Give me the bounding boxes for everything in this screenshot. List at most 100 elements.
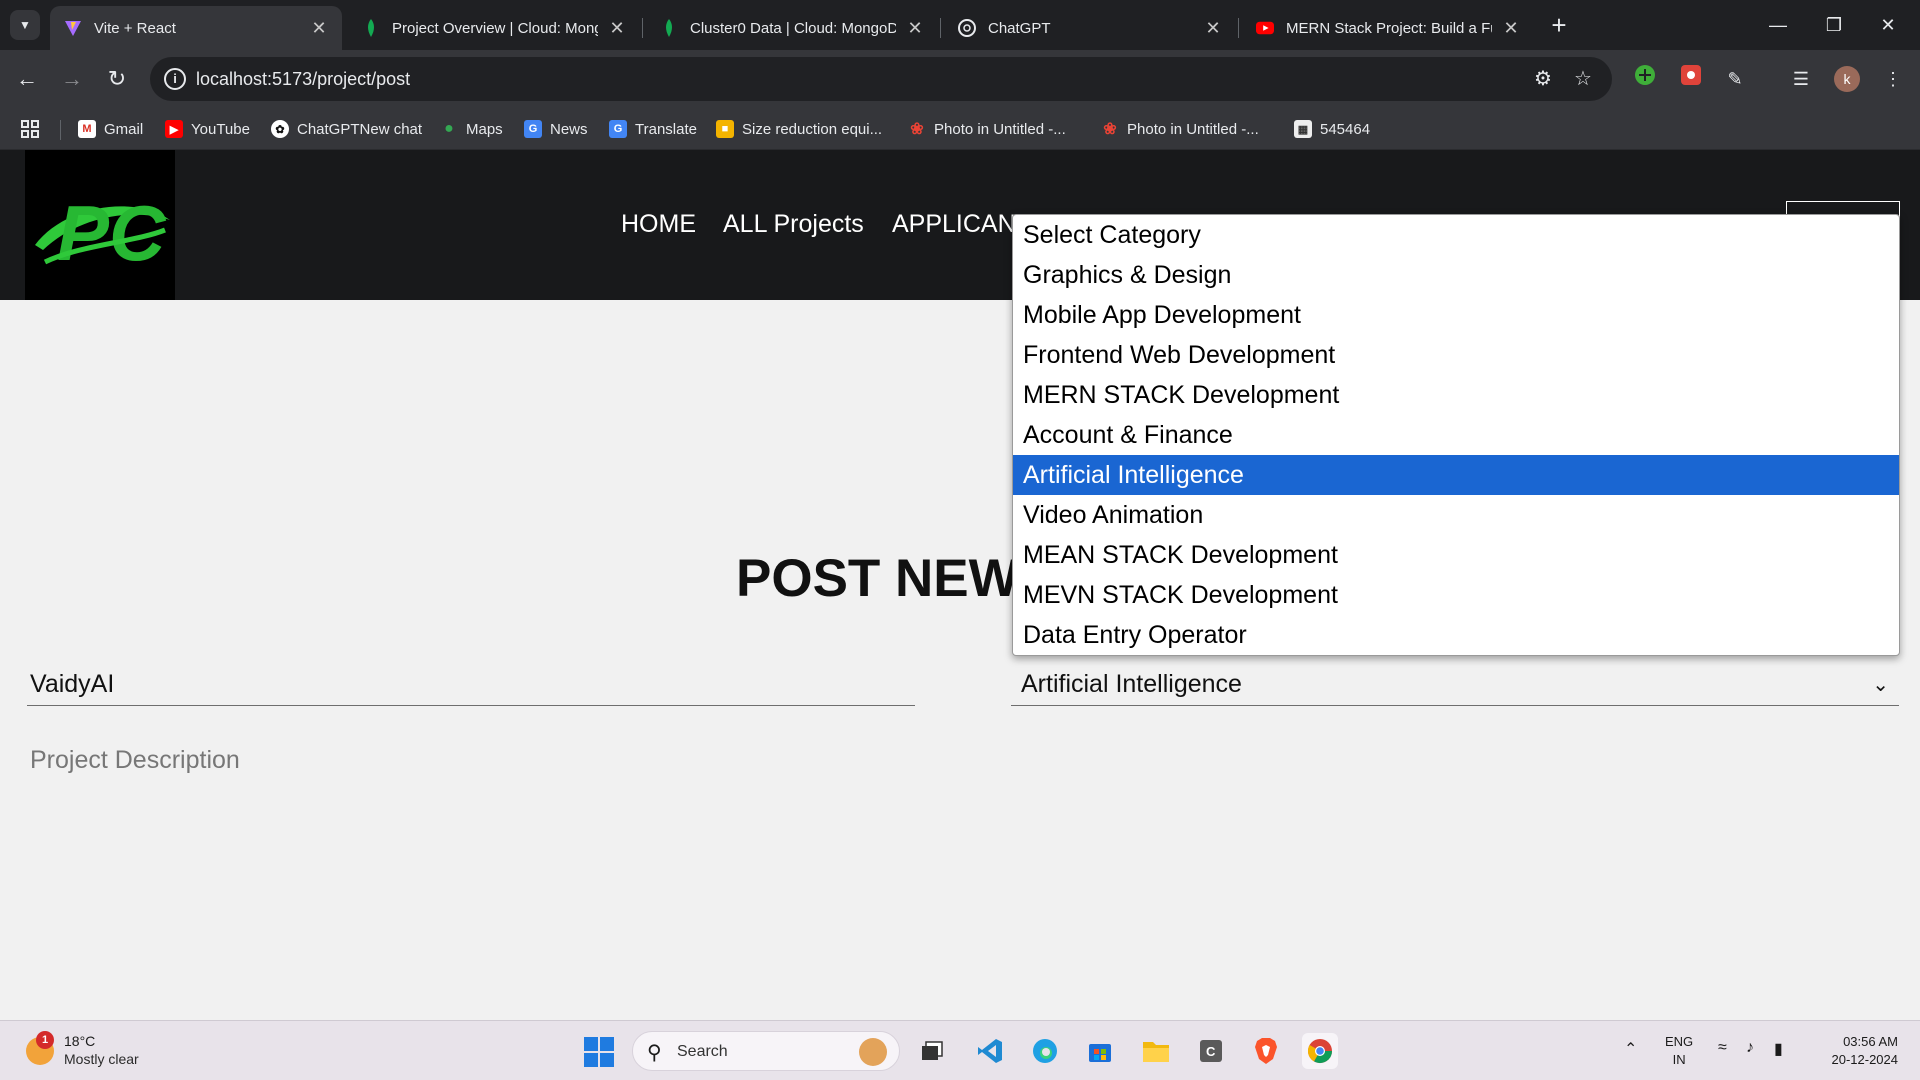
project-title-value: VaidyAI [30,670,115,698]
url-text[interactable]: localhost:5173/project/post [196,69,410,90]
chrome-icon[interactable] [1302,1033,1338,1069]
category-option[interactable]: Data Entry Operator [1013,615,1899,655]
browser-menu-icon[interactable]: ⋮ [1878,64,1908,94]
category-option[interactable]: Graphics & Design [1013,255,1899,295]
bookmark-chatgpt[interactable]: ✿ ChatGPTNew chat [271,116,422,142]
bookmark-gmail[interactable]: M Gmail [78,116,143,142]
close-tab-icon[interactable]: ✕ [310,18,328,39]
back-icon[interactable]: ← [10,62,44,96]
category-option[interactable]: Frontend Web Development [1013,335,1899,375]
bookmark-youtube[interactable]: ▶ YouTube [165,116,250,142]
bookmark-label: Translate [635,120,697,138]
tab-chatgpt[interactable]: ChatGPT ✕ [944,6,1236,50]
category-option[interactable]: MERN STACK Development [1013,375,1899,415]
extension-red-icon[interactable] [1676,64,1706,94]
news-icon: G [524,120,542,138]
category-option[interactable]: Account & Finance [1013,415,1899,455]
tab-search-icon[interactable]: ▼ [10,10,40,40]
taskbar-search[interactable]: ⚲ Search [632,1031,900,1071]
extensions-puzzle-icon[interactable]: ✎ [1720,64,1750,94]
category-option[interactable]: Mobile App Development [1013,295,1899,335]
bookmarks-divider [60,120,61,140]
microsoft-store-icon[interactable] [1082,1033,1118,1069]
category-option[interactable]: Video Animation [1013,495,1899,535]
tab-title: Vite + React [94,19,176,37]
reload-icon[interactable]: ↻ [100,62,134,96]
chatgpt-icon [958,19,976,37]
site-info-icon[interactable]: i [164,68,186,90]
bookmark-maps[interactable]: ● Maps [440,116,503,142]
tab-project-overview[interactable]: Project Overview | Cloud: MongoDB ✕ [348,6,640,50]
media-control-icon[interactable]: ☰ [1786,64,1816,94]
extension-plus-icon[interactable] [1630,64,1660,94]
language-indicator[interactable]: ENG IN [1665,1033,1693,1069]
apps-grid-icon[interactable] [20,116,40,142]
lang-line1: ENG [1665,1034,1694,1049]
bookmark-545464[interactable]: ▦ 545464 [1294,116,1370,142]
forward-icon[interactable]: → [55,62,89,96]
restore-icon[interactable]: ❐ [1814,8,1854,42]
bookmark-photo-2[interactable]: ❀ Photo in Untitled -... [1101,116,1259,142]
bookmark-label: News [550,120,588,138]
weather-temp: 18°C [64,1033,96,1049]
close-tab-icon[interactable]: ✕ [1502,18,1520,39]
close-tab-icon[interactable]: ✕ [1204,18,1222,39]
bookmark-label: Photo in Untitled -... [1127,120,1259,138]
address-bar[interactable]: i localhost:5173/project/post ⚙ ☆ [150,57,1612,101]
bookmark-size-reduction[interactable]: ■ Size reduction equi... [716,116,882,142]
nav-all-projects[interactable]: ALL Projects [723,210,864,239]
weather-widget[interactable]: 1 18°C Mostly clear [20,1029,180,1073]
tab-youtube-mern[interactable]: MERN Stack Project: Build a Full ✕ [1242,6,1534,50]
category-option[interactable]: Select Category [1013,215,1899,255]
bookmark-label: YouTube [191,120,250,138]
bookmark-star-icon[interactable]: ☆ [1568,65,1598,93]
category-option[interactable]: MEAN STACK Development [1013,535,1899,575]
task-view-icon[interactable] [914,1033,950,1069]
nav-home[interactable]: HOME [621,210,696,239]
close-tab-icon[interactable]: ✕ [608,18,626,39]
edge-icon[interactable] [1027,1033,1063,1069]
tab-vite-react[interactable]: Vite + React ✕ [50,6,342,50]
new-tab-icon[interactable]: + [1544,10,1574,40]
windows-start-icon[interactable] [584,1037,614,1067]
project-title-input[interactable]: VaidyAI [27,664,915,706]
project-description-textarea[interactable]: Project Description [30,746,240,775]
tab-separator [642,18,643,38]
category-select[interactable]: Artificial Intelligence ⌄ [1011,664,1899,706]
tab-separator [940,18,941,38]
site-logo[interactable]: PC [25,150,175,300]
brave-icon[interactable] [1248,1033,1284,1069]
translate-icon: G [609,120,627,138]
chatgpt-icon: ✿ [271,120,289,138]
bookmark-photo-1[interactable]: ❀ Photo in Untitled -... [908,116,1065,142]
search-icon: ⚲ [647,1042,662,1064]
vscode-icon[interactable] [972,1033,1008,1069]
wifi-icon[interactable]: ≈ [1718,1039,1727,1057]
maps-pin-icon: ● [444,120,454,137]
close-tab-icon[interactable]: ✕ [906,18,924,39]
show-hidden-icons-icon[interactable]: ⌃ [1624,1039,1637,1059]
minimize-icon[interactable]: — [1758,8,1798,42]
profile-avatar[interactable]: k [1832,64,1862,94]
bookmark-label: Gmail [104,120,144,138]
password-key-icon[interactable]: ⚙ [1528,65,1558,93]
app-c-icon[interactable]: C [1193,1033,1229,1069]
close-window-icon[interactable]: ✕ [1868,8,1908,42]
youtube-icon: ▶ [165,120,183,138]
browser-toolbar: ← → ↻ i localhost:5173/project/post ⚙ ☆ … [0,50,1920,108]
photos-pinwheel-icon: ❀ [910,121,924,138]
clock[interactable]: 03:56 AM 20-12-2024 [1808,1033,1899,1069]
tab-cluster0-data[interactable]: Cluster0 Data | Cloud: MongoDB ✕ [646,6,938,50]
category-option[interactable]: Artificial Intelligence [1013,455,1899,495]
youtube-icon [1256,19,1274,37]
bookmark-news[interactable]: G News [524,116,588,142]
mongodb-leaf-icon [660,19,678,37]
battery-icon[interactable]: ▮ [1774,1039,1783,1059]
category-option[interactable]: MEVN STACK Development [1013,575,1899,615]
volume-icon[interactable]: ♪ [1746,1039,1754,1057]
tab-separator [1238,18,1239,38]
bookmark-translate[interactable]: G Translate [609,116,697,142]
search-highlight-icon [859,1038,887,1066]
file-explorer-icon[interactable] [1138,1033,1174,1069]
taskbar-search-label: Search [677,1043,728,1060]
